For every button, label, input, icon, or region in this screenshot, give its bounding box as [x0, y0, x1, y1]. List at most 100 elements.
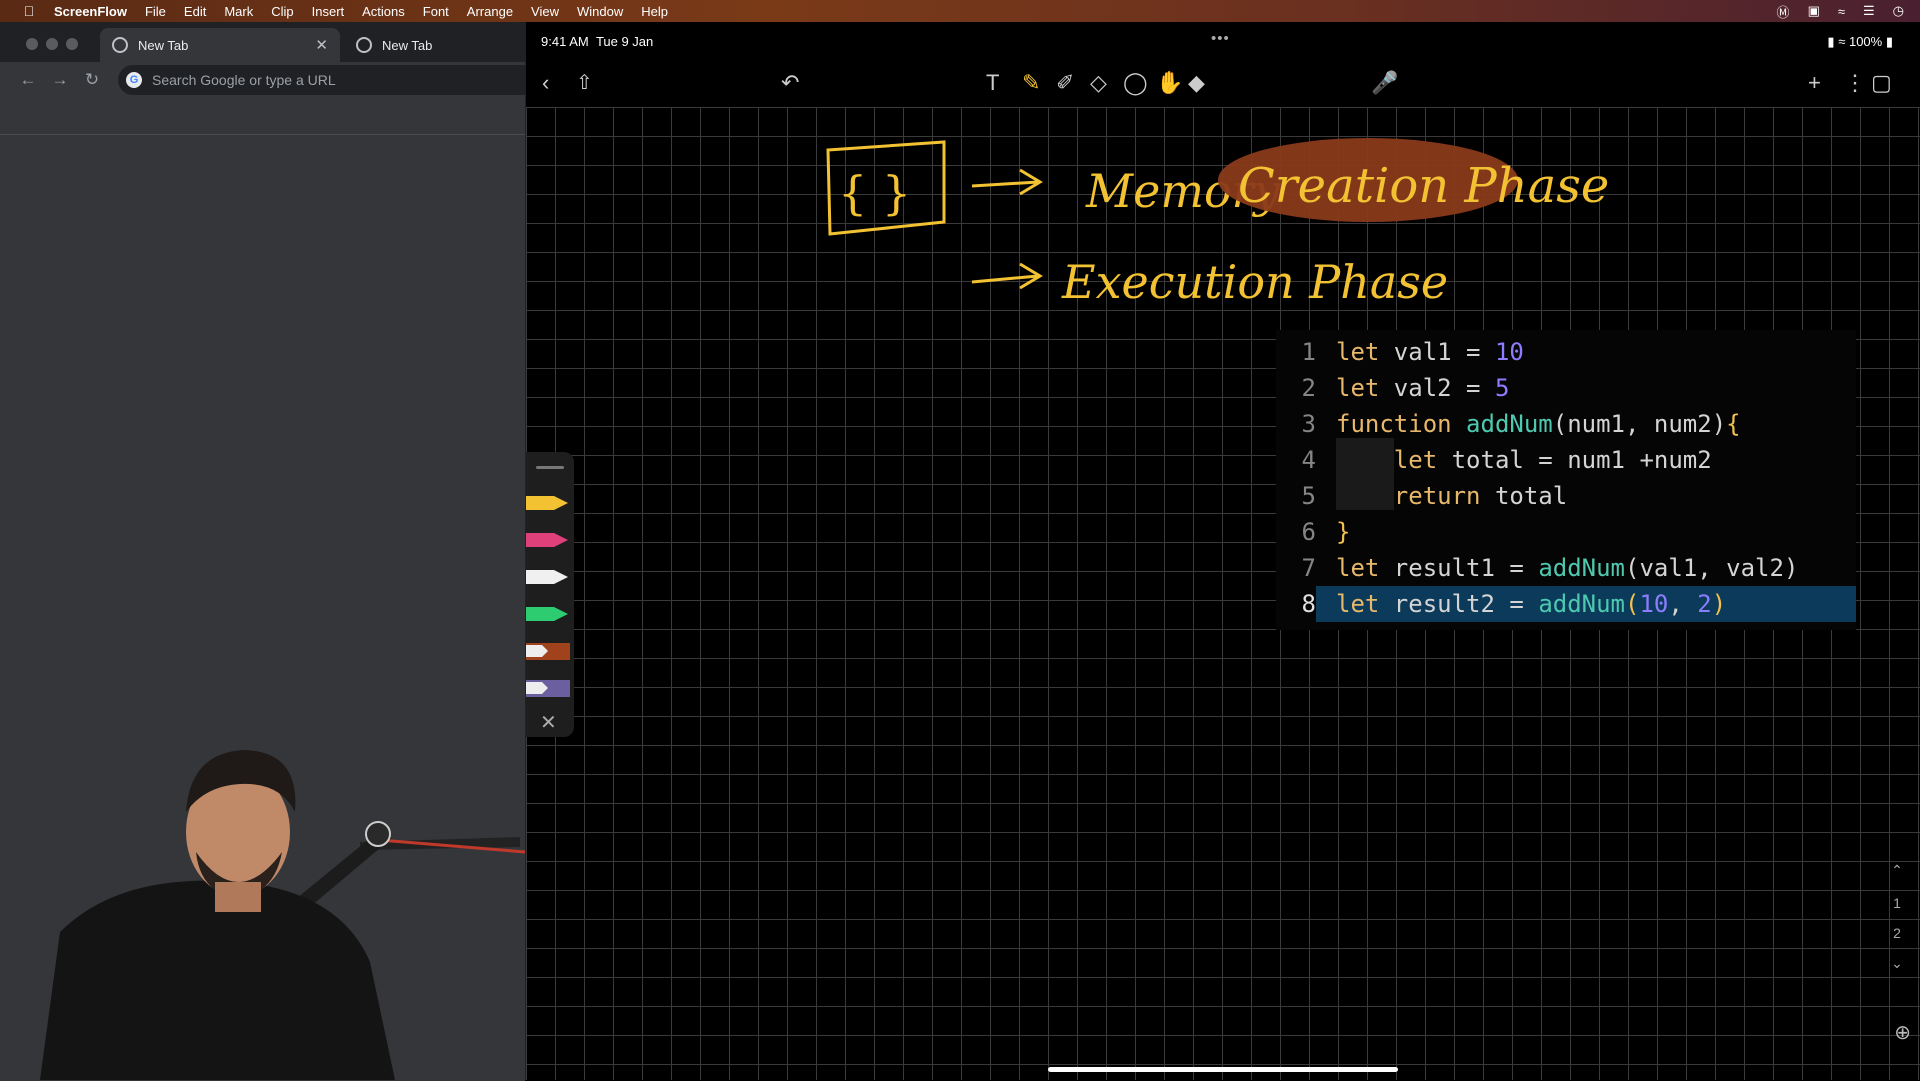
menu-bar:  ScreenFlow File Edit Mark Clip Insert … [0, 0, 1920, 22]
code-line-1: 1 let val1 = 10 [1276, 334, 1856, 370]
menu-arrange[interactable]: Arrange [467, 4, 513, 19]
chrome-icon [112, 37, 128, 53]
menu-view[interactable]: View [531, 4, 559, 19]
browser-window: New Tab ✕ New Tab ← → ↻ G Search Google … [0, 22, 538, 1081]
close-palette-icon[interactable]: ✕ [540, 710, 557, 735]
arrow-to-memory [971, 168, 1043, 196]
page-navigator: ⌃ 1 2 ⌄ [1885, 862, 1909, 972]
page-number-1[interactable]: 1 [1885, 895, 1909, 911]
code-line-8-selected: 8 let result2 = addNum(10, 2) [1276, 586, 1856, 622]
line-number: 3 [1301, 410, 1316, 438]
menu-clip[interactable]: Clip [271, 4, 293, 19]
address-bar[interactable]: G Search Google or type a URL [118, 65, 538, 95]
line-number: 7 [1301, 554, 1316, 582]
menu-actions[interactable]: Actions [362, 4, 405, 19]
yellow-pen-icon[interactable] [526, 492, 570, 514]
code-text: (val1, val2) [1625, 554, 1799, 582]
page-down-icon[interactable]: ⌄ [1885, 955, 1909, 972]
code-text: , [1668, 590, 1698, 618]
zoom-icon[interactable]: ⊕ [1894, 1020, 1911, 1045]
execution-phase-text: Execution Phase [1061, 255, 1448, 309]
keyword: function [1336, 410, 1452, 438]
paren: ( [1625, 590, 1640, 618]
code-text: result1 = [1379, 554, 1539, 582]
arrow-to-execution [971, 262, 1043, 290]
menu-extras: Ⓜ ▣ ≈ ☰ ◷ [1777, 0, 1904, 22]
keyword: let [1336, 374, 1380, 402]
apple-icon[interactable]:  [20, 3, 38, 19]
tab-label: New Tab [138, 37, 189, 53]
orange-highlighter-icon[interactable] [526, 640, 570, 662]
code-line-4: 4 let total = num1 +num2 [1276, 442, 1856, 478]
menu-file[interactable]: File [145, 4, 166, 19]
keyword: let [1336, 590, 1380, 618]
back-arrow-icon[interactable]: ← [12, 70, 44, 90]
home-indicator[interactable] [1048, 1067, 1398, 1072]
status-m-icon[interactable]: Ⓜ [1777, 2, 1790, 21]
tab-label: New Tab [382, 37, 433, 53]
screen-record-icon[interactable]: ▣ [1808, 3, 1820, 19]
line-number: 6 [1301, 518, 1316, 546]
pen-palette: ✕ [526, 452, 574, 737]
menu-edit[interactable]: Edit [184, 4, 206, 19]
pink-pen-icon[interactable] [526, 529, 570, 551]
function-name: addNum [1538, 590, 1626, 618]
close-window-button[interactable] [26, 38, 38, 50]
ipad-notes-app: 9:41 AM Tue 9 Jan ••• ▮ ≈ 100% ▮ ‹ ⇧ ↶ T… [525, 22, 1920, 1080]
code-text: val1 = [1379, 338, 1495, 366]
menu-mark[interactable]: Mark [224, 4, 253, 19]
number: 10 [1639, 590, 1669, 618]
code-text: val2 = [1379, 374, 1495, 402]
code-text: (num1, num2) [1552, 410, 1727, 438]
code-text: total [1480, 482, 1568, 510]
code-text: result2 = [1379, 590, 1539, 618]
page-up-icon[interactable]: ⌃ [1885, 862, 1909, 879]
code-line-3: 3 function addNum(num1, num2){ [1276, 406, 1856, 442]
brace: } [1336, 518, 1351, 546]
zoom-window-button[interactable] [66, 38, 78, 50]
code-line-2: 2 let val2 = 5 [1276, 370, 1856, 406]
clock-icon[interactable]: ◷ [1893, 3, 1904, 19]
function-name: addNum [1466, 410, 1553, 438]
creation-phase-text: Creation Phase [1238, 158, 1609, 214]
forward-arrow-icon[interactable]: → [44, 70, 76, 90]
code-text: total = num1 +num2 [1437, 446, 1712, 474]
address-placeholder: Search Google or type a URL [152, 72, 336, 88]
number: 5 [1494, 374, 1510, 402]
wifi-icon[interactable]: ≈ [1838, 4, 1845, 19]
menu-app-name[interactable]: ScreenFlow [54, 4, 127, 19]
line-number: 2 [1301, 374, 1316, 402]
keyword: let [1393, 446, 1438, 474]
tab-strip: New Tab ✕ New Tab [0, 22, 525, 62]
chrome-icon [356, 37, 372, 53]
code-line-5: 5 return total [1276, 478, 1856, 514]
purple-highlighter-icon[interactable] [526, 677, 570, 699]
keyword: let [1336, 554, 1380, 582]
menu-help[interactable]: Help [641, 4, 668, 19]
tab-new-tab-2[interactable]: New Tab [344, 28, 514, 62]
tab-new-tab-1[interactable]: New Tab ✕ [100, 28, 340, 62]
window-controls [26, 38, 78, 50]
paren: ) [1711, 590, 1727, 618]
menu-window[interactable]: Window [577, 4, 623, 19]
braces-text: { } [838, 166, 911, 220]
brace: { [1726, 410, 1741, 438]
page-number-2[interactable]: 2 [1885, 925, 1909, 941]
number: 2 [1697, 590, 1712, 618]
keyword: let [1336, 338, 1380, 366]
browser-toolbar: ← → ↻ G Search Google or type a URL [0, 62, 538, 98]
white-pen-icon[interactable] [526, 566, 570, 588]
palette-drag-handle[interactable] [536, 466, 564, 469]
menu-font[interactable]: Font [423, 4, 449, 19]
green-pen-icon[interactable] [526, 603, 570, 625]
minimize-window-button[interactable] [46, 38, 58, 50]
control-center-icon[interactable]: ☰ [1863, 3, 1875, 19]
close-tab-icon[interactable]: ✕ [315, 36, 328, 54]
reload-icon[interactable]: ↻ [76, 70, 108, 90]
line-number: 1 [1301, 338, 1316, 366]
google-icon: G [126, 72, 142, 88]
function-name: addNum [1538, 554, 1626, 582]
menu-insert[interactable]: Insert [312, 4, 345, 19]
